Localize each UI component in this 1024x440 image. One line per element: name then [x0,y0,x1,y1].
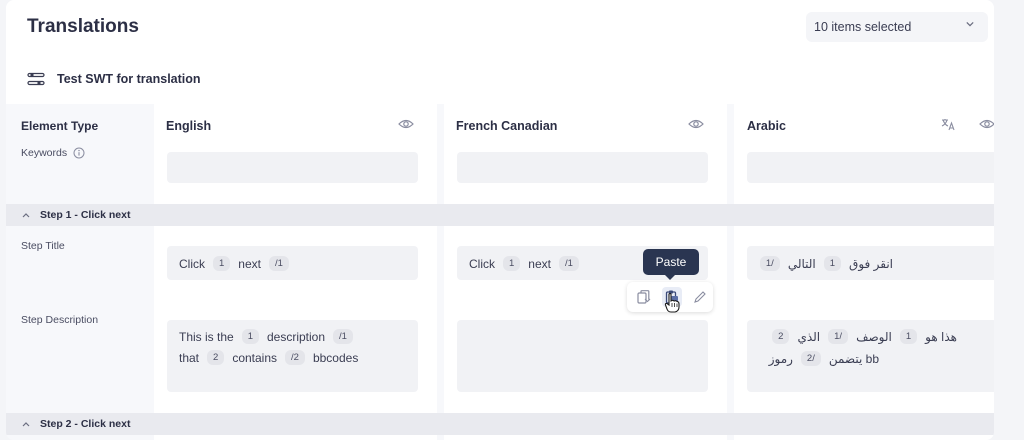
keywords-input-arabic[interactable] [747,152,994,183]
cell-text-line-2: that 2 contains /2 bbcodes [179,350,358,365]
pencil-icon [694,291,706,303]
section-label: Step 1 - Click next [40,209,131,221]
step-title-cell-arabic[interactable]: انقر فوق 1 التالي /1 [747,246,994,280]
project-name: Test SWT for translation [57,72,201,86]
bbcode-tag: /1 [828,329,849,344]
bbcode-tag: 1 [823,256,842,271]
bbcode-tag: /2 [285,350,305,365]
bbcode-tag: /2 [800,351,821,366]
step-title-cell-english[interactable]: Click 1 next /1 [167,246,418,280]
column-header-french-canadian: French Canadian [456,119,558,133]
copy-button[interactable] [634,287,654,307]
text-segment: رموز [768,351,793,366]
bbcode-tag: 1 [503,256,521,271]
chevron-up-icon [22,422,30,427]
text-segment: bb يتضمن [828,351,879,366]
copy-icon [637,290,651,304]
text-segment: next [528,256,551,271]
project-row: Test SWT for translation [27,71,201,87]
step-description-cell-english[interactable]: This is the 1 description /1 that 2 cont… [167,320,418,392]
cell-text: انقر فوق 1 التالي /1 [759,256,893,271]
cell-text-line-1: هذا هو 1 الوصف /1 الذي 2 [772,329,957,344]
section-label: Step 2 - Click next [40,418,131,430]
text-segment: انقر فوق [849,256,893,271]
items-selected-label: 10 items selected [814,20,912,34]
eye-icon[interactable] [688,118,704,130]
bbcode-tag: /1 [759,256,780,271]
cell-text: Click 1 next /1 [179,256,289,271]
keywords-label-row: Keywords [21,147,85,159]
bbcode-tag: /1 [558,256,579,271]
text-segment: next [238,256,261,271]
text-segment: contains [232,350,278,365]
bbcode-tag: 2 [207,350,225,365]
cell-text-line-2: bb يتضمن /2 رموز [769,351,879,366]
bbcode-tag: /1 [333,329,353,344]
cell-text-line-1: This is the 1 description /1 [179,329,353,344]
edit-button[interactable] [690,287,710,307]
step-description-cell-french-canadian[interactable] [457,320,708,392]
page-title: Translations [27,16,139,37]
text-segment: Click [179,256,205,271]
row-label-step-title: Step Title [21,240,65,252]
text-segment: that [179,350,200,365]
keywords-input-english[interactable] [167,152,418,183]
text-segment: هذا هو [925,329,957,344]
paste-tooltip: Paste [643,249,699,280]
text-segment: الوصف [856,329,892,344]
bbcode-tag: 1 [899,329,918,344]
text-segment: bbcodes [312,350,359,365]
info-icon[interactable] [73,147,85,159]
text-segment: التالي [787,256,816,271]
section-step-2[interactable]: Step 2 - Click next [6,413,994,435]
section-step-1[interactable]: Step 1 - Click next [6,204,994,226]
text-segment: الذي [797,329,821,344]
row-label-step-description: Step Description [21,314,99,326]
text-segment: Click [469,256,495,271]
items-selected-dropdown[interactable]: 10 items selected [806,12,988,42]
eye-icon[interactable] [398,118,414,130]
bbcode-tag: 2 [772,329,790,344]
text-segment: description [266,329,326,344]
step-description-cell-arabic[interactable]: هذا هو 1 الوصف /1 الذي 2 bb يتضمن /2 رمو… [747,320,994,392]
translations-panel: Translations 10 items selected Test SWT … [6,0,994,440]
keywords-input-french-canadian[interactable] [457,152,708,183]
cell-text: Click 1 next /1 [469,256,579,271]
bbcode-tag: /1 [268,256,289,271]
text-segment: This is the [179,329,234,344]
chevron-up-icon [22,213,30,218]
keywords-label: Keywords [21,147,68,159]
column-header-arabic: Arabic [747,119,786,133]
sliders-icon [27,72,45,86]
eye-icon[interactable] [979,118,994,130]
chevron-down-icon [966,21,974,27]
bbcode-tag: 1 [241,329,259,344]
column-header-english: English [166,119,212,133]
translate-icon[interactable] [940,117,956,131]
element-type-header: Element Type [21,119,99,133]
hand-pointer-icon [664,292,680,313]
bbcode-tag: 1 [213,256,231,271]
